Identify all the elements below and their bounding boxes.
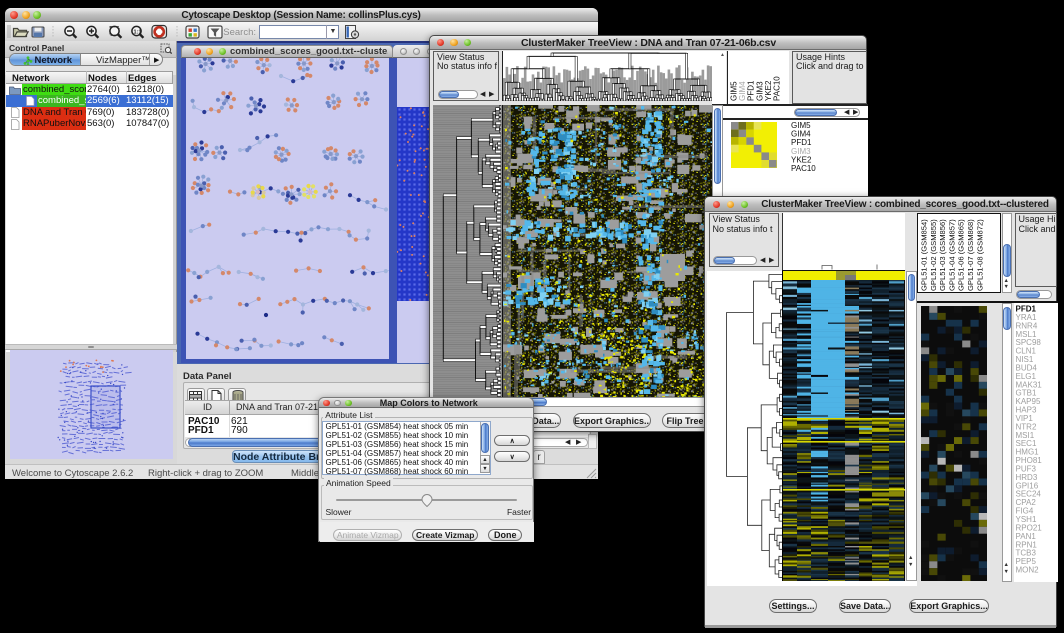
svg-text:GPL51-04 (GSM857): GPL51-04 (GSM857) bbox=[947, 219, 956, 291]
svg-text:PAC10: PAC10 bbox=[772, 75, 781, 100]
svg-text:MON2: MON2 bbox=[1016, 565, 1040, 574]
svg-text:PAC10: PAC10 bbox=[791, 164, 816, 173]
svg-text:GPL51-06 (GSM865): GPL51-06 (GSM865) bbox=[957, 219, 966, 291]
svg-text:GPL51-03 (GSM856): GPL51-03 (GSM856) bbox=[938, 219, 947, 291]
svg-text:GPL51-02 (GSM855): GPL51-02 (GSM855) bbox=[929, 219, 938, 291]
svg-text:GPL51-01 (GSM854): GPL51-01 (GSM854) bbox=[920, 219, 929, 291]
svg-text:1:1: 1:1 bbox=[134, 30, 142, 36]
svg-text:GPL51-07 (GSM868): GPL51-07 (GSM868) bbox=[966, 219, 975, 291]
svg-text:GPL51-08 (GSM872): GPL51-08 (GSM872) bbox=[975, 219, 984, 291]
